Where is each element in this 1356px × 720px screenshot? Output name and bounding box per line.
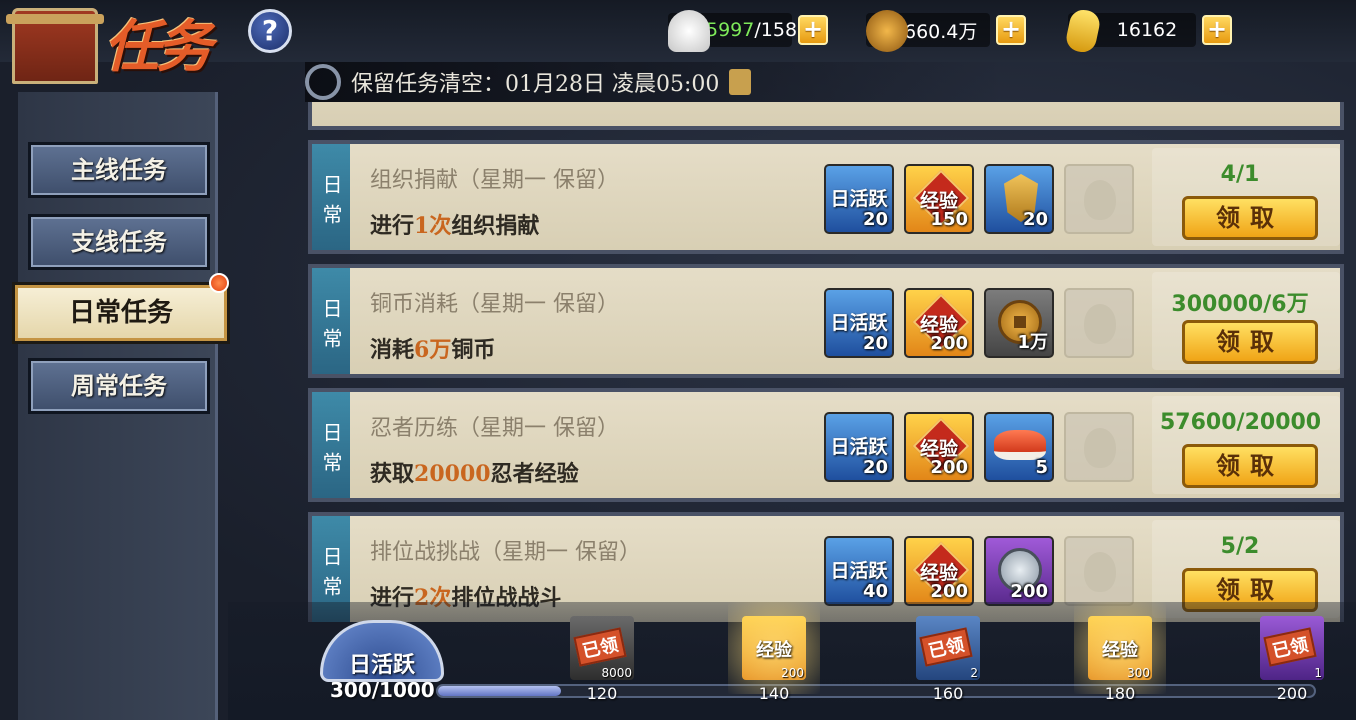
- add-coin-button[interactable]: +: [996, 15, 1026, 45]
- onigiri-icon: [668, 10, 710, 52]
- milestone-exp[interactable]: 经验 300: [1074, 602, 1166, 694]
- task-name: 组织捐献（星期一 保留）: [370, 168, 619, 193]
- task-name: 忍者历练（星期一 保留）: [370, 416, 619, 441]
- medal-reward[interactable]: 200: [984, 536, 1054, 606]
- exp-reward[interactable]: 经验 200: [904, 536, 974, 606]
- stamina-current: 5997: [706, 19, 755, 41]
- exp-reward[interactable]: 经验 200: [904, 288, 974, 358]
- badge-reward[interactable]: 20: [984, 164, 1054, 234]
- reset-notice: 保留任务清空：01月28日 凌晨05:00: [305, 62, 1005, 102]
- milestone-value: 180: [1104, 684, 1136, 703]
- exp-reward[interactable]: 经验 200: [904, 412, 974, 482]
- empty-reward-slot: [1064, 288, 1134, 358]
- task-tag: 日常: [312, 268, 350, 374]
- task-row: 日常 忍者历练（星期一 保留） 获取20000忍者经验 日活跃 20 经验 200 …: [308, 388, 1344, 502]
- torii-gate-icon: [6, 8, 104, 84]
- empty-reward-slot: [1064, 412, 1134, 482]
- swirl-icon: [305, 64, 341, 100]
- claim-button[interactable]: 领取: [1182, 196, 1318, 240]
- sidebar-item-label: 日常任务: [68, 298, 173, 328]
- task-progress: 5/2: [1220, 534, 1260, 559]
- task-tag: 日常: [312, 144, 350, 250]
- copper-coin-icon: [866, 10, 908, 52]
- activity-label: 日活跃: [348, 653, 415, 678]
- sidebar: 主线任务 支线任务 日常任务 周常任务: [12, 92, 230, 720]
- sushi-icon: [994, 430, 1046, 460]
- sidebar-item-side-quest[interactable]: 支线任务: [28, 214, 210, 270]
- coin-reward[interactable]: 1万: [984, 288, 1054, 358]
- task-row-partial: [308, 102, 1344, 130]
- claim-button[interactable]: 领取: [1182, 320, 1318, 364]
- activity-track-fill: [438, 686, 561, 696]
- stamina-rest: /158: [754, 19, 798, 41]
- sidebar-item-main-quest[interactable]: 主线任务: [28, 142, 210, 198]
- gold-resource: 16162 +: [1063, 7, 1232, 55]
- daily-activity-reward[interactable]: 日活跃 20: [824, 412, 894, 482]
- milestone-value: 140: [758, 684, 790, 703]
- task-progress: 4/1: [1220, 162, 1260, 187]
- task-desc: 获取20000忍者经验: [370, 461, 579, 487]
- task-name: 排位战挑战（星期一 保留）: [370, 540, 641, 565]
- task-name: 铜币消耗（星期一 保留）: [370, 292, 619, 317]
- coin-resource: 660.4万 +: [866, 10, 1026, 52]
- task-row: 日常 铜币消耗（星期一 保留） 消耗6万铜币 日活跃 20 经验 200 1万 30…: [308, 264, 1344, 378]
- milestone-value: 120: [586, 684, 618, 703]
- daily-activity-reward[interactable]: 日活跃 40: [824, 536, 894, 606]
- sidebar-item-weekly-quest[interactable]: 周常任务: [28, 358, 210, 414]
- empty-reward-slot: [1064, 164, 1134, 234]
- task-progress: 300000/6万: [1171, 292, 1309, 317]
- milestone-chest[interactable]: 已领 1: [1260, 616, 1324, 680]
- task-row: 日常 组织捐献（星期一 保留） 进行1次组织捐献 日活跃 20 经验 150 20 …: [308, 140, 1344, 254]
- reset-notice-text: 保留任务清空：01月28日 凌晨05:00: [351, 72, 720, 97]
- empty-reward-slot: [1064, 536, 1134, 606]
- task-list[interactable]: 日常 组织捐献（星期一 保留） 进行1次组织捐献 日活跃 20 经验 150 20 …: [308, 102, 1344, 622]
- activity-total: 300/1000: [330, 678, 435, 702]
- add-gold-button[interactable]: +: [1202, 15, 1232, 45]
- help-button[interactable]: ?: [248, 9, 292, 53]
- task-desc: 进行1次组织捐献: [370, 213, 540, 239]
- milestone-chest[interactable]: 已领 8000: [570, 616, 634, 680]
- exp-reward[interactable]: 经验 150: [904, 164, 974, 234]
- claim-button[interactable]: 领取: [1182, 444, 1318, 488]
- scroll-icon[interactable]: [729, 69, 752, 95]
- page-title: 任务: [104, 14, 212, 80]
- milestone-value: 200: [1276, 684, 1308, 703]
- milestone-chest[interactable]: 已领 2: [916, 616, 980, 680]
- sidebar-item-daily-quest[interactable]: 日常任务: [12, 273, 230, 344]
- milestone-exp[interactable]: 经验 200: [728, 602, 820, 694]
- activity-track: [436, 684, 1316, 698]
- task-desc: 消耗6万铜币: [370, 337, 496, 363]
- stamina-resource: 5997 /158 +: [668, 10, 828, 52]
- notification-dot-icon: [209, 273, 229, 293]
- daily-activity-reward[interactable]: 日活跃 20: [824, 288, 894, 358]
- add-stamina-button[interactable]: +: [798, 15, 828, 45]
- daily-activity-reward[interactable]: 日活跃 20: [824, 164, 894, 234]
- task-logo: 任务: [0, 0, 240, 92]
- sushi-reward[interactable]: 5: [984, 412, 1054, 482]
- task-progress: 57600/20000: [1160, 410, 1322, 435]
- task-tag: 日常: [312, 392, 350, 498]
- milestone-value: 160: [932, 684, 964, 703]
